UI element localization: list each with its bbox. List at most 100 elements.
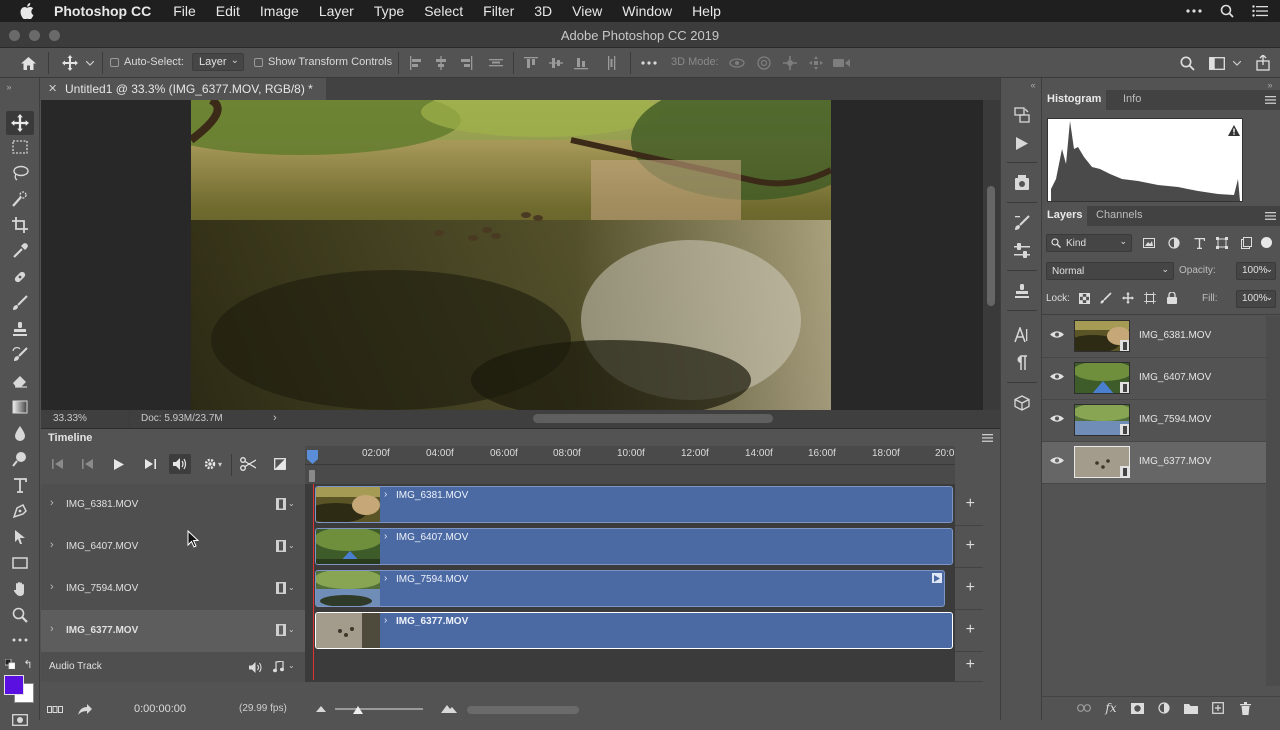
zoom-out-timeline-icon[interactable] — [315, 704, 327, 714]
music-note-icon[interactable] — [271, 660, 285, 674]
playhead[interactable] — [307, 450, 318, 464]
lasso-tool-icon[interactable] — [6, 162, 34, 184]
mute-audio-icon[interactable] — [169, 454, 191, 474]
track-area[interactable]: › IMG_7594.MOV — [305, 568, 955, 610]
clone-stamp-tool-icon[interactable] — [6, 318, 34, 340]
link-layers-icon[interactable] — [1076, 701, 1092, 715]
blend-mode-dropdown[interactable]: Normal ⌄ — [1046, 262, 1174, 280]
dodge-tool-icon[interactable] — [6, 448, 34, 470]
split-at-playhead-scissors-icon[interactable] — [239, 456, 257, 472]
pen-tool-icon[interactable] — [6, 500, 34, 522]
menu-view[interactable]: View — [572, 3, 602, 19]
canvas-area[interactable] — [41, 100, 983, 410]
quick-selection-tool-icon[interactable] — [6, 188, 34, 210]
canvas-vertical-scrollbar[interactable] — [983, 100, 1000, 410]
zoom-in-timeline-icon[interactable] — [441, 703, 457, 715]
canvas-image[interactable] — [191, 100, 831, 410]
menu-layer[interactable]: Layer — [319, 3, 354, 19]
actions-panel-icon[interactable] — [1010, 132, 1034, 154]
chevron-down-icon[interactable]: ▾ — [218, 460, 222, 469]
previous-frame-icon[interactable] — [79, 456, 95, 472]
layers-scrollbar[interactable] — [1266, 316, 1280, 686]
video-clip[interactable]: › IMG_6381.MOV — [315, 486, 953, 523]
playback-settings-gear-icon[interactable] — [202, 456, 218, 472]
timeline-zoom-slider[interactable] — [335, 708, 423, 710]
video-clip[interactable]: › IMG_6407.MOV — [315, 528, 953, 565]
history-brush-tool-icon[interactable] — [6, 344, 34, 366]
filter-pixel-layers-icon[interactable] — [1142, 236, 1156, 250]
tab-layers[interactable]: Layers — [1042, 206, 1088, 226]
layer-row-selected[interactable]: IMG_6377.MOV — [1042, 442, 1266, 484]
audio-track-area[interactable] — [305, 652, 955, 682]
apple-menu-icon[interactable] — [0, 3, 54, 19]
align-bottom-edges-icon[interactable] — [572, 55, 590, 71]
tab-channels[interactable]: Channels — [1091, 206, 1147, 226]
clip-expand-chevron-icon[interactable]: › — [384, 573, 387, 584]
align-top-edges-icon[interactable] — [522, 55, 540, 71]
visibility-eye-icon[interactable] — [1050, 456, 1064, 465]
3d-roll-icon[interactable] — [754, 54, 774, 72]
panel-menu-icon[interactable] — [981, 433, 993, 443]
collapse-panel-icon[interactable]: » — [4, 82, 14, 92]
quick-mask-icon[interactable] — [6, 710, 34, 730]
visibility-eye-icon[interactable] — [1050, 372, 1064, 381]
move-tool-preset-icon[interactable] — [60, 54, 80, 72]
auto-select-checkbox[interactable] — [110, 58, 119, 67]
lock-image-pixels-icon[interactable] — [1099, 291, 1113, 305]
align-horizontal-centers-icon[interactable] — [432, 55, 450, 71]
add-audio-plus-icon[interactable]: + — [966, 656, 975, 674]
history-panel-icon[interactable] — [1010, 104, 1034, 126]
film-strip-icon[interactable] — [275, 498, 287, 510]
3d-slide-icon[interactable] — [806, 54, 826, 72]
chevron-down-icon[interactable]: ⌄ — [288, 541, 295, 550]
menu-select[interactable]: Select — [424, 3, 463, 19]
menu-filter[interactable]: Filter — [483, 3, 514, 19]
add-media-plus-icon[interactable]: + — [966, 579, 975, 597]
3d-orbit-icon[interactable] — [727, 54, 747, 72]
delete-layer-trash-icon[interactable] — [1237, 701, 1253, 715]
chevron-down-icon[interactable] — [1231, 57, 1243, 69]
swap-colors-icon[interactable]: ↰ — [22, 658, 34, 671]
notification-center-icon[interactable] — [1252, 5, 1268, 17]
menu-window[interactable]: Window — [622, 3, 672, 19]
add-media-plus-icon[interactable]: + — [966, 537, 975, 555]
fill-input[interactable]: 100% ⌄ — [1236, 290, 1276, 308]
zoom-tool-icon[interactable] — [6, 604, 34, 626]
filter-shape-layers-icon[interactable] — [1215, 236, 1229, 250]
default-colors-icon[interactable] — [4, 658, 16, 670]
show-transform-controls-checkbox[interactable] — [254, 58, 263, 67]
character-panel-icon[interactable] — [1010, 324, 1034, 346]
new-layer-icon[interactable] — [1210, 701, 1226, 715]
clip-expand-chevron-icon[interactable]: › — [384, 531, 387, 542]
3d-scale-camera-icon[interactable] — [832, 54, 852, 72]
film-strip-icon[interactable] — [275, 540, 287, 552]
play-icon[interactable] — [111, 456, 127, 472]
share-icon[interactable] — [1253, 54, 1273, 72]
filter-type-layers-icon[interactable] — [1192, 236, 1206, 250]
eyedropper-tool-icon[interactable] — [6, 240, 34, 262]
add-media-plus-icon[interactable]: + — [966, 621, 975, 639]
layer-style-fx-icon[interactable]: fx — [1103, 701, 1119, 715]
expand-track-chevron-icon[interactable]: › — [50, 623, 54, 635]
clip-expand-chevron-icon[interactable]: › — [384, 489, 387, 500]
video-clip-selected[interactable]: › IMG_6377.MOV — [315, 612, 953, 649]
more-menu-icon[interactable] — [1186, 9, 1202, 13]
rectangle-tool-icon[interactable] — [6, 552, 34, 574]
track-header[interactable]: › IMG_6377.MOV ⌄ — [41, 610, 305, 652]
app-name-menu[interactable]: Photoshop CC — [54, 3, 151, 19]
menu-help[interactable]: Help — [692, 3, 721, 19]
layer-row[interactable]: IMG_6407.MOV — [1042, 358, 1266, 400]
adjustments-panel-icon[interactable] — [1010, 240, 1034, 262]
hand-tool-icon[interactable] — [6, 578, 34, 600]
timeline-zoom-slider-thumb[interactable] — [353, 704, 363, 714]
home-icon[interactable] — [18, 54, 38, 72]
filter-toggle-switch[interactable] — [1261, 237, 1272, 248]
expand-track-chevron-icon[interactable]: › — [50, 497, 54, 509]
spotlight-search-icon[interactable] — [1220, 4, 1234, 18]
clip-expand-chevron-icon[interactable]: › — [384, 615, 387, 626]
track-header[interactable]: › IMG_6407.MOV ⌄ — [41, 526, 305, 568]
lock-position-icon[interactable] — [1121, 291, 1135, 305]
track-area[interactable]: › IMG_6407.MOV — [305, 526, 955, 568]
marquee-tool-icon[interactable] — [6, 136, 34, 158]
expand-panels-icon[interactable]: « — [1027, 80, 1039, 90]
